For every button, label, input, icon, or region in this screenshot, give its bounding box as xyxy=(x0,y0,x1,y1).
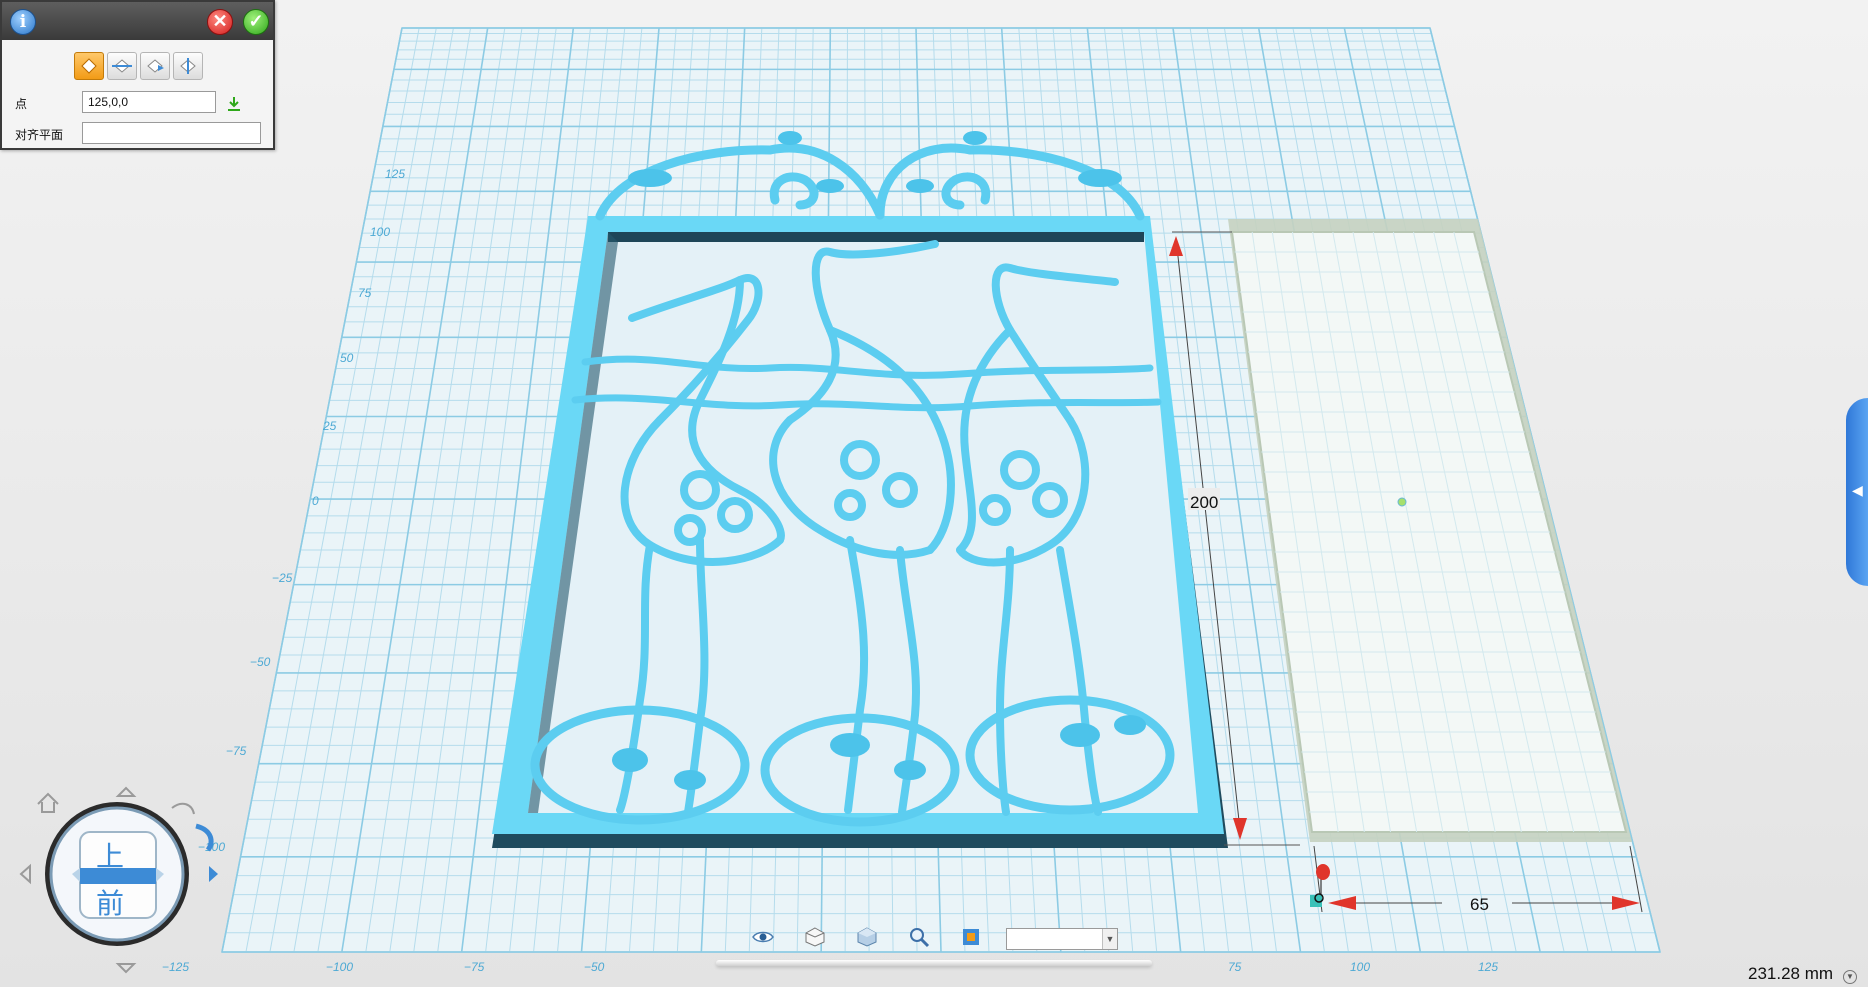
cube-solid-icon[interactable] xyxy=(852,924,882,950)
diamond-center-icon xyxy=(180,58,196,74)
dialog-title-bar: i ✕ ✓ xyxy=(2,2,273,40)
align-plane-label: 对齐平面 xyxy=(15,128,64,142)
align-dialog: i ✕ ✓ 点 对齐平面 xyxy=(0,0,275,150)
point-label: 点 xyxy=(15,97,28,111)
grid-label-y-50: 50 xyxy=(340,351,354,365)
view-navigator[interactable]: 上 前 xyxy=(16,778,230,978)
rotate-cw-icon[interactable] xyxy=(195,823,214,852)
rotate-ccw-icon[interactable] xyxy=(171,802,195,815)
pick-point-icon[interactable] xyxy=(225,95,243,113)
cube-wireframe-icon[interactable] xyxy=(800,924,830,950)
edge-align-mode-button[interactable] xyxy=(107,52,137,80)
diamond-face-icon xyxy=(147,59,164,73)
grid-label-y-neg50: −50 xyxy=(250,655,271,669)
side-panel-toggle[interactable]: ◀ xyxy=(1846,398,1868,586)
grid-label-y-25: 25 xyxy=(322,419,337,433)
grid-label-y-neg75: −75 xyxy=(226,744,247,758)
3d-viewport[interactable]: 125 100 75 50 25 0 −25 −50 −75 −100 −125… xyxy=(0,0,1868,987)
toolbar-shelf xyxy=(716,960,1152,966)
plate-center-marker xyxy=(1397,497,1407,507)
grid-label-x-neg75: −75 xyxy=(464,960,485,974)
grid-label-y-100: 100 xyxy=(370,225,390,239)
units-dropdown-icon[interactable]: ▼ xyxy=(1843,970,1857,984)
face-align-mode-button[interactable] xyxy=(140,52,170,80)
grid-label-y-125: 125 xyxy=(385,167,405,181)
grid-label-x-neg50: −50 xyxy=(584,960,605,974)
grid-label-x-75: 75 xyxy=(1228,960,1242,974)
collapse-left-icon: ◀ xyxy=(1852,482,1863,498)
crane-panel-model[interactable] xyxy=(492,131,1228,848)
navigate-left-arrow[interactable] xyxy=(19,863,31,885)
align-mode-group xyxy=(74,52,203,80)
eye-icon[interactable] xyxy=(748,924,778,950)
chevron-down-icon: ▼ xyxy=(1102,929,1117,949)
info-icon[interactable]: i xyxy=(10,9,36,35)
height-dimension-value: 200 xyxy=(1190,493,1218,512)
grid-label-x-125: 125 xyxy=(1478,960,1498,974)
diamond-point-icon xyxy=(81,58,97,74)
view-front-face[interactable]: 前 xyxy=(96,887,124,920)
cancel-button[interactable]: ✕ xyxy=(207,9,233,35)
navigate-right-arrow[interactable] xyxy=(209,866,218,882)
zoom-icon[interactable] xyxy=(904,924,934,950)
grid-label-y-0: 0 xyxy=(312,494,319,508)
render-mode-icon[interactable] xyxy=(956,924,986,950)
grid-label-y-75: 75 xyxy=(358,286,372,300)
confirm-button[interactable]: ✓ xyxy=(243,9,269,35)
point-input[interactable] xyxy=(82,91,216,113)
measurement-readout: 231.28 mm xyxy=(1748,964,1834,983)
center-align-mode-button[interactable] xyxy=(173,52,203,80)
diamond-edge-icon xyxy=(112,59,132,73)
grid-label-y-neg25: −25 xyxy=(272,571,293,585)
navigate-down-arrow[interactable] xyxy=(115,963,137,974)
home-icon[interactable] xyxy=(37,792,59,813)
view-mode-select[interactable]: ▼ xyxy=(1006,928,1118,950)
grid-label-x-100: 100 xyxy=(1350,960,1370,974)
align-plane-input[interactable] xyxy=(82,122,261,144)
grid-label-x-neg100: −100 xyxy=(326,960,353,974)
bottom-toolbar xyxy=(748,924,986,950)
point-align-mode-button[interactable] xyxy=(74,52,104,80)
width-dimension-value: 65 xyxy=(1470,895,1489,914)
view-top-face[interactable]: 上 xyxy=(96,840,124,873)
navigate-up-arrow[interactable] xyxy=(115,786,137,797)
